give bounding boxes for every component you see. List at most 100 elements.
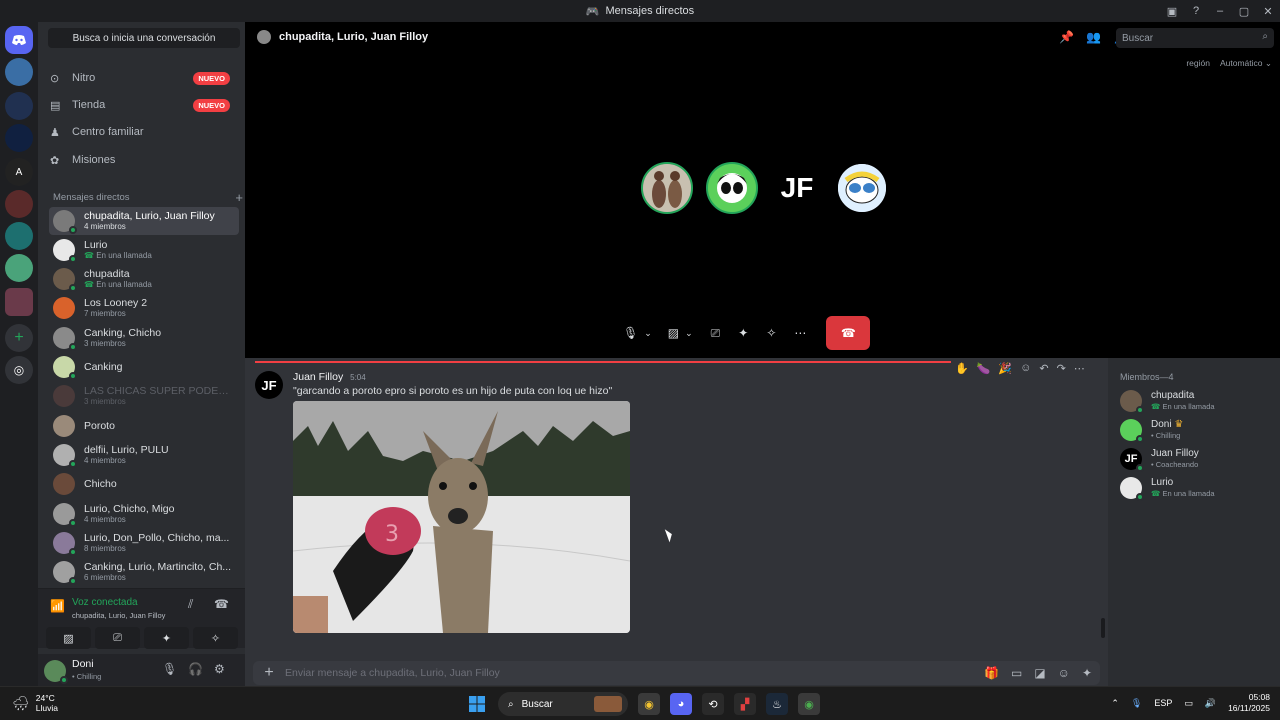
chrome-icon[interactable]: ◉ xyxy=(798,693,820,715)
add-server-icon[interactable]: + xyxy=(5,324,33,352)
pin-icon[interactable]: 📌 xyxy=(1059,30,1074,44)
help-icon[interactable]: ? xyxy=(1184,5,1208,17)
participant-avatar[interactable] xyxy=(836,162,888,214)
voice-status[interactable]: Voz conectada xyxy=(72,597,138,608)
region-selector[interactable]: región Automático ⌄ xyxy=(1186,58,1272,69)
discord-home-icon[interactable] xyxy=(5,26,33,54)
sidebar-item-shop[interactable]: ▤ Tienda NUEVO xyxy=(50,93,240,117)
activities-button[interactable]: ✦ xyxy=(144,627,189,649)
member-item[interactable]: Doni ♛ • Chilling xyxy=(1120,417,1275,443)
dm-item[interactable]: Los Looney 27 miembros xyxy=(49,294,239,322)
reply-icon[interactable]: ↶ xyxy=(1039,362,1048,375)
hang-up-button[interactable]: ☎ xyxy=(826,316,871,350)
app-icon[interactable]: ⟲ xyxy=(702,693,724,715)
soundboard-button[interactable]: ✧ xyxy=(193,627,238,649)
server-icon[interactable] xyxy=(5,124,33,152)
reaction-icon[interactable]: 🎉 xyxy=(998,362,1012,375)
add-reaction-icon[interactable]: ☺ xyxy=(1020,362,1031,375)
volume-icon[interactable]: 🔊 xyxy=(1205,698,1216,709)
message-avatar[interactable]: JF xyxy=(255,371,283,399)
message-author[interactable]: Juan Filloy xyxy=(293,371,343,383)
weather-widget[interactable]: 🌧 24°C Lluvia xyxy=(12,693,58,713)
add-friends-icon[interactable]: 👥 xyxy=(1086,30,1101,44)
message-image-attachment[interactable]: 3 xyxy=(293,401,630,633)
add-attachment-icon[interactable]: + xyxy=(253,664,285,682)
chevron-up-icon[interactable]: ⌃ xyxy=(1111,698,1119,709)
microphone-icon[interactable]: 🎙 xyxy=(162,662,177,676)
camera-toggle-button[interactable]: ▨ xyxy=(46,627,91,649)
member-item[interactable]: chupadita ☎ En una llamada xyxy=(1120,388,1275,414)
create-dm-plus-icon[interactable]: + xyxy=(235,190,243,205)
steam-icon[interactable]: ♨ xyxy=(766,693,788,715)
headphones-icon[interactable]: 🎧 xyxy=(188,662,203,676)
dm-item[interactable]: Chicho xyxy=(49,470,239,498)
discord-icon[interactable]: ◕ xyxy=(670,693,692,715)
windows-start-icon[interactable] xyxy=(466,693,488,715)
noise-suppression-icon[interactable]: ⫽ xyxy=(188,597,193,612)
dm-search-button[interactable]: Busca o inicia una conversación xyxy=(48,28,240,48)
inbox-icon[interactable]: ▣ xyxy=(1160,5,1184,18)
dm-item[interactable]: Lurio, Chicho, Migo 4 miembros xyxy=(49,500,239,528)
activities-button[interactable]: ✦ xyxy=(738,320,748,346)
dm-item[interactable]: chupadita ☎ En una llamada xyxy=(49,265,239,293)
server-folder-icon[interactable] xyxy=(5,288,33,316)
message-composer[interactable]: + Enviar mensaje a chupadita, Lurio, Jua… xyxy=(253,661,1100,685)
gif-icon[interactable]: ▭ xyxy=(1011,666,1022,680)
reaction-eggplant-icon[interactable]: 🍆 xyxy=(977,362,991,375)
mute-button[interactable]: 🎙 ⌄ xyxy=(623,320,652,346)
more-options-button[interactable]: ⋯ xyxy=(794,320,806,346)
scrollbar-thumb[interactable] xyxy=(1101,618,1105,638)
microphone-icon[interactable]: 🎙 xyxy=(1131,698,1142,709)
explore-icon[interactable]: ◎ xyxy=(5,356,33,384)
participant-avatar[interactable] xyxy=(641,162,693,214)
message-input[interactable]: Enviar mensaje a chupadita, Lurio, Juan … xyxy=(285,667,500,679)
sidebar-item-nitro[interactable]: ⊙ Nitro NUEVO xyxy=(50,66,240,90)
chrome-icon[interactable]: ◉ xyxy=(638,693,660,715)
participant-avatar[interactable]: JF xyxy=(771,162,823,214)
dm-item[interactable]: delfii, Lurio, PULU 4 miembros xyxy=(49,441,239,469)
member-item[interactable]: JF Juan Filloy • Coacheando xyxy=(1120,446,1275,472)
screen-share-button[interactable]: ⎚ xyxy=(95,627,140,649)
dm-item[interactable]: LAS CHICAS SUPER PODERO... 3 miembros xyxy=(49,382,239,410)
clock[interactable]: 05:08 16/11/2025 xyxy=(1228,692,1270,714)
dm-item[interactable]: Poroto xyxy=(49,412,239,440)
disconnect-icon[interactable]: ☎ xyxy=(214,597,229,611)
dm-item[interactable]: chupadita, Lurio, Juan Filloy 4 miembros xyxy=(49,207,239,235)
taskbar-search[interactable]: ⌕ Buscar xyxy=(498,692,628,716)
username[interactable]: Doni xyxy=(72,658,94,670)
app-icon[interactable]: ▞ xyxy=(734,693,756,715)
dm-item[interactable]: Lurio, Don_Pollo, Chicho, ma... 8 miembro… xyxy=(49,529,239,557)
forward-icon[interactable]: ↷ xyxy=(1057,362,1066,375)
server-icon[interactable]: A xyxy=(5,158,33,186)
server-icon[interactable] xyxy=(5,222,33,250)
sidebar-item-family[interactable]: ♟ Centro familiar xyxy=(50,120,240,144)
emoji-icon[interactable]: ☺ xyxy=(1058,666,1070,680)
server-icon[interactable] xyxy=(5,190,33,218)
sticker-icon[interactable]: ◪ xyxy=(1034,666,1045,680)
dm-item[interactable]: Lurio ☎ En una llamada xyxy=(49,236,239,264)
screen-share-button[interactable]: ⎚ xyxy=(711,320,721,346)
server-icon[interactable] xyxy=(5,92,33,120)
dm-item[interactable]: Canking, Lurio, Martincito, Ch... 6 miemb… xyxy=(49,558,239,586)
user-avatar[interactable] xyxy=(44,660,68,684)
network-icon[interactable]: ▭ xyxy=(1184,698,1193,709)
search-input[interactable]: Buscar ⌕ xyxy=(1116,28,1274,48)
voice-channel-name[interactable]: chupadita, Lurio, Juan Filloy xyxy=(72,611,165,620)
reaction-hand-icon[interactable]: ✋ xyxy=(955,362,969,375)
language-indicator[interactable]: ESP xyxy=(1154,698,1172,708)
settings-gear-icon[interactable]: ⚙ xyxy=(214,662,225,676)
dm-item[interactable]: Canking xyxy=(49,353,239,381)
maximize-button[interactable]: ▢ xyxy=(1232,5,1256,18)
gift-icon[interactable]: 🎁 xyxy=(984,666,999,680)
minimize-button[interactable]: – xyxy=(1208,5,1232,17)
more-icon[interactable]: ⋯ xyxy=(1074,362,1085,375)
sidebar-item-quests[interactable]: ✿ Misiones xyxy=(50,148,240,172)
server-icon[interactable] xyxy=(5,254,33,282)
participant-avatar[interactable] xyxy=(706,162,758,214)
soundboard-button[interactable]: ✧ xyxy=(766,320,776,346)
apps-icon[interactable]: ✦ xyxy=(1082,666,1092,680)
member-item[interactable]: Lurio ☎ En una llamada xyxy=(1120,475,1275,501)
camera-button[interactable]: ▨ ⌄ xyxy=(668,320,693,346)
dm-item[interactable]: Canking, Chicho 3 miembros xyxy=(49,324,239,352)
close-button[interactable]: ✕ xyxy=(1256,5,1280,18)
